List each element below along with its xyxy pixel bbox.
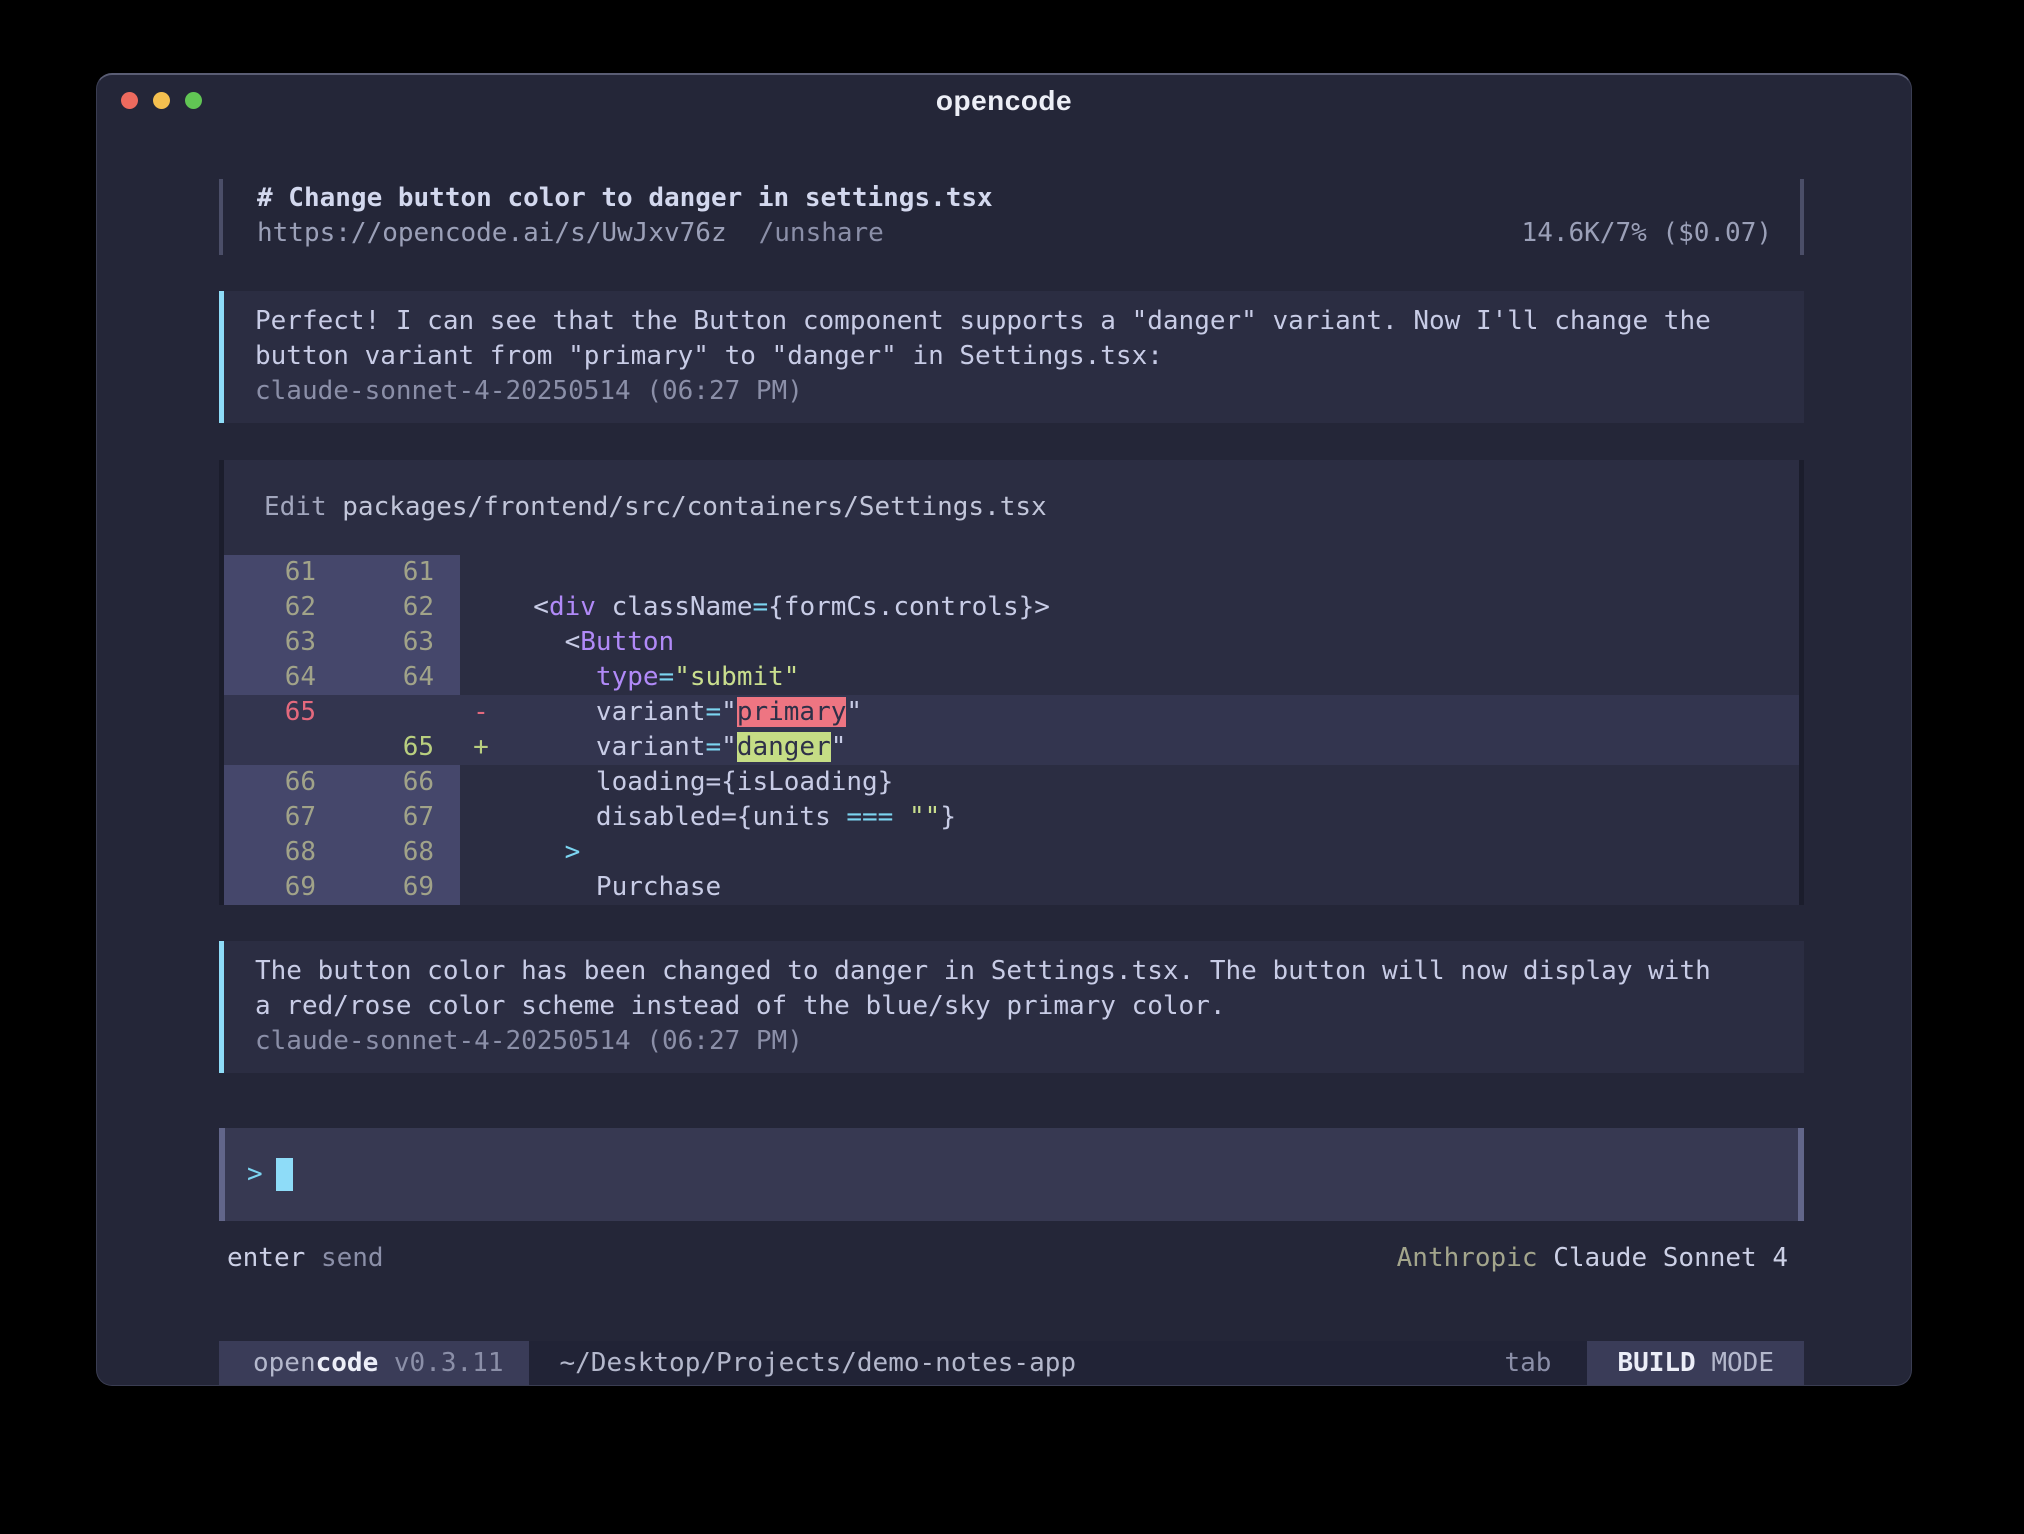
diff-new-line-number: 62: [342, 590, 460, 625]
diff-new-line-number: [342, 695, 460, 730]
diff-code-line: <Button: [502, 625, 1799, 660]
message-line: button variant from "primary" to "danger…: [255, 339, 1774, 374]
window-titlebar: opencode: [97, 75, 1911, 125]
window-title: opencode: [97, 83, 1911, 118]
diff-code-line: variant="danger": [502, 730, 1799, 765]
diff-sign: [460, 765, 502, 800]
hint-row: enter send Anthropic Claude Sonnet 4: [219, 1241, 1804, 1276]
model-indicator: Anthropic Claude Sonnet 4: [1397, 1241, 1788, 1276]
diff-old-line-number: 63: [224, 625, 342, 660]
diff-row: 65 - variant="primary": [224, 695, 1799, 730]
prompt-caret: >: [247, 1157, 263, 1192]
session-title: # Change button color to danger in setti…: [257, 181, 1772, 216]
diff-sign: [460, 870, 502, 905]
model-timestamp: claude-sonnet-4-20250514 (06:27 PM): [255, 374, 1774, 409]
diff-row: 65+ variant="danger": [224, 730, 1799, 765]
diff-row: 6969 Purchase: [224, 870, 1799, 905]
mode-name: BUILD: [1617, 1346, 1695, 1381]
diff-code-line: loading={isLoading}: [502, 765, 1799, 800]
edit-tool-header: Edit packages/frontend/src/containers/Se…: [224, 490, 1799, 555]
status-bar: opencode v0.3.11 ~/Desktop/Projects/demo…: [219, 1341, 1804, 1385]
diff-code-line: [502, 555, 1799, 590]
working-directory: ~/Desktop/Projects/demo-notes-app: [559, 1341, 1076, 1385]
diff-new-line-number: 61: [342, 555, 460, 590]
diff-old-line-number: 66: [224, 765, 342, 800]
diff-old-line-number: 62: [224, 590, 342, 625]
version-number: v0.3.11: [394, 1346, 504, 1381]
diff-new-line-number: 66: [342, 765, 460, 800]
diff-sign: [460, 835, 502, 870]
message-line: The button color has been changed to dan…: [255, 954, 1774, 989]
diff-code-line: type="submit": [502, 660, 1799, 695]
model-name: Claude Sonnet 4: [1553, 1243, 1788, 1273]
diff-new-line-number: 69: [342, 870, 460, 905]
diff-row: 6767 disabled={units === ""}: [224, 800, 1799, 835]
diff-sign: [460, 555, 502, 590]
build-mode-toggle[interactable]: BUILD MODE: [1587, 1341, 1804, 1385]
diff-row: 6868 >: [224, 835, 1799, 870]
diff-old-line-number: 61: [224, 555, 342, 590]
enter-key-hint: enter: [227, 1243, 305, 1273]
diff-row: 6666 loading={isLoading}: [224, 765, 1799, 800]
diff-sign: [460, 625, 502, 660]
assistant-message: Perfect! I can see that the Button compo…: [219, 291, 1804, 423]
diff-new-line-number: 63: [342, 625, 460, 660]
diff-old-line-number: 67: [224, 800, 342, 835]
unshare-command[interactable]: /unshare: [759, 216, 884, 251]
brand-suffix: code: [316, 1346, 379, 1381]
mode-suffix: MODE: [1711, 1346, 1774, 1381]
diff-rows: 61616262 <div className={formCs.controls…: [224, 555, 1799, 905]
diff-old-line-number: [224, 730, 342, 765]
opencode-window: opencode # Change button color to danger…: [96, 73, 1912, 1386]
diff-sign: +: [460, 730, 502, 765]
model-timestamp: claude-sonnet-4-20250514 (06:27 PM): [255, 1024, 1774, 1059]
diff-row: 6363 <Button: [224, 625, 1799, 660]
diff-old-line-number: 68: [224, 835, 342, 870]
diff-code-line: Purchase: [502, 870, 1799, 905]
diff-row: 6262 <div className={formCs.controls}>: [224, 590, 1799, 625]
diff-row: 6161: [224, 555, 1799, 590]
message-line: Perfect! I can see that the Button compo…: [255, 304, 1774, 339]
token-usage: 14.6K/7% ($0.07): [1522, 216, 1772, 251]
prompt-input[interactable]: >: [219, 1128, 1804, 1221]
diff-old-line-number: 65: [224, 695, 342, 730]
assistant-message: The button color has been changed to dan…: [219, 941, 1804, 1073]
diff-code-line: disabled={units === ""}: [502, 800, 1799, 835]
message-line: a red/rose color scheme instead of the b…: [255, 989, 1774, 1024]
diff-code-line: <div className={formCs.controls}>: [502, 590, 1799, 625]
diff-code-line: >: [502, 835, 1799, 870]
edit-file-path: packages/frontend/src/containers/Setting…: [342, 492, 1046, 522]
diff-new-line-number: 67: [342, 800, 460, 835]
session-header: # Change button color to danger in setti…: [219, 179, 1804, 255]
provider-name: Anthropic: [1397, 1243, 1538, 1273]
send-action-label: send: [321, 1243, 384, 1273]
app-version-chip: opencode v0.3.11: [219, 1341, 529, 1385]
diff-new-line-number: 64: [342, 660, 460, 695]
diff-sign: [460, 590, 502, 625]
diff-sign: [460, 800, 502, 835]
text-cursor: [276, 1158, 293, 1191]
edit-tool-card: Edit packages/frontend/src/containers/Se…: [219, 460, 1804, 905]
diff-sign: -: [460, 695, 502, 730]
diff-code-line: variant="primary": [502, 695, 1799, 730]
diff-new-line-number: 68: [342, 835, 460, 870]
status-bar-right: tab BUILD MODE: [1504, 1341, 1804, 1385]
diff-new-line-number: 65: [342, 730, 460, 765]
diff-sign: [460, 660, 502, 695]
brand-prefix: open: [253, 1346, 316, 1381]
edit-tool-label: Edit: [264, 492, 342, 522]
diff-old-line-number: 69: [224, 870, 342, 905]
terminal-content: # Change button color to danger in setti…: [97, 125, 1911, 1385]
session-meta-row: https://opencode.ai/s/UwJxv76z /unshare …: [257, 216, 1772, 251]
diff-old-line-number: 64: [224, 660, 342, 695]
send-hint: enter send: [227, 1241, 384, 1276]
tab-key-hint: tab: [1504, 1341, 1587, 1385]
share-url-link[interactable]: https://opencode.ai/s/UwJxv76z: [257, 216, 727, 251]
diff-row: 6464 type="submit": [224, 660, 1799, 695]
